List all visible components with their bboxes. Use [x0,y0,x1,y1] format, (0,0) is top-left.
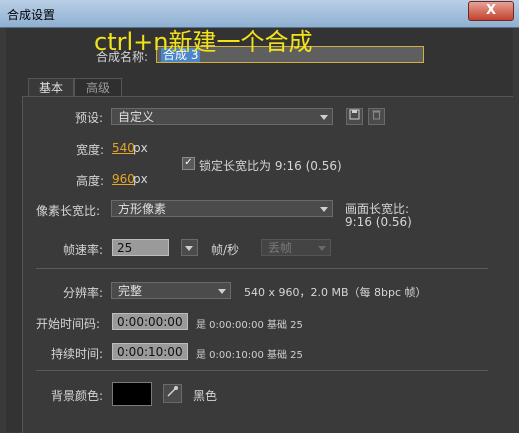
tab-basic[interactable]: 基本 [28,78,74,97]
duration-input[interactable]: 0:00:10:00 [112,343,188,360]
resolution-dropdown[interactable]: 完整 [111,282,231,299]
duration-note: 是 0:00:10:00 基础 25 [196,350,303,361]
tab-advanced[interactable]: 高级 [74,78,122,97]
overlay-annotation: ctrl+n新建一个合成 [94,28,313,56]
lock-aspect-checkbox[interactable]: ✓ [182,157,195,170]
frame-rate-label: 帧速率: [63,243,104,257]
preset-value: 自定义 [118,110,155,124]
width-label: 宽度: [76,143,105,157]
chevron-down-icon [218,289,226,294]
drop-frame-dropdown: 丢帧 [261,239,331,256]
height-label: 高度: [76,174,105,188]
height-unit: px [133,172,148,186]
close-button[interactable]: X [468,1,514,21]
frame-rate-dropdown[interactable] [181,239,198,256]
frame-aspect-value: 9:16 (0.56) [345,215,412,229]
eyedropper-button[interactable] [163,384,182,403]
background-color-name: 黑色 [193,389,218,403]
chevron-down-icon [318,246,326,251]
lock-aspect-label: 锁定长宽比为 9:16 (0.56) [199,159,342,173]
save-preset-button[interactable] [346,108,363,125]
window-title: 合成设置 [7,8,56,22]
resolution-value: 完整 [118,284,143,298]
resolution-label: 分辨率: [63,286,104,300]
start-timecode-note: 是 0:00:00:00 基础 25 [196,320,303,331]
chevron-down-icon [320,207,328,212]
width-value[interactable]: 540 [112,141,135,155]
eyedropper-icon [167,386,178,397]
trash-icon [372,110,381,120]
drop-frame-value: 丢帧 [268,241,293,255]
divider [36,370,488,371]
start-timecode-label: 开始时间码: [36,317,101,331]
frame-rate-input[interactable]: 25 [112,239,169,256]
frame-rate-unit: 帧/秒 [211,243,240,257]
pixel-aspect-value: 方形像素 [118,202,167,216]
chevron-down-icon [185,246,193,251]
background-color-label: 背景颜色: [51,389,104,403]
chevron-down-icon [320,115,328,120]
width-unit: px [133,141,148,155]
save-icon [349,109,360,120]
start-timecode-input[interactable]: 0:00:00:00 [112,313,188,330]
pixel-aspect-dropdown[interactable]: 方形像素 [111,200,333,217]
preset-label: 预设: [75,111,104,125]
resolution-info: 540 x 960，2.0 MB（每 8bpc 帧） [244,286,427,299]
divider [36,268,488,269]
background-color-swatch[interactable] [112,382,152,406]
pixel-aspect-label: 像素长宽比: [36,204,101,218]
preset-dropdown[interactable]: 自定义 [111,108,333,125]
height-value[interactable]: 960 [112,172,135,186]
delete-preset-button[interactable] [368,108,385,125]
duration-label: 持续时间: [51,347,104,361]
